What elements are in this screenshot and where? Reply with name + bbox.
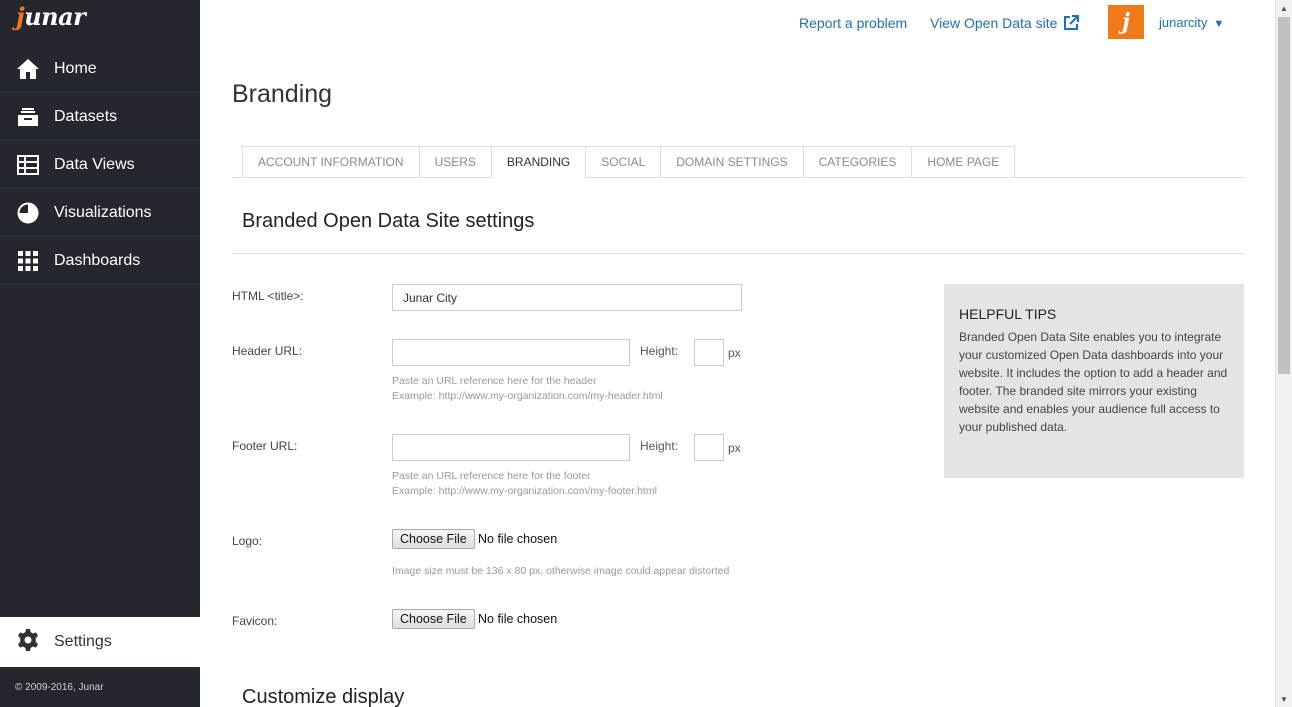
logo-label: Logo: bbox=[232, 534, 263, 548]
scroll-up-arrow-icon[interactable]: ▲ bbox=[1276, 0, 1292, 16]
tab-domain-settings[interactable]: DOMAIN SETTINGS bbox=[660, 146, 803, 178]
html-title-input[interactable] bbox=[392, 284, 742, 311]
tab-branding[interactable]: BRANDING bbox=[490, 146, 586, 178]
sidebar-item-dashboards[interactable]: Dashboards bbox=[0, 237, 200, 285]
html-title-label: HTML <title>: bbox=[232, 289, 304, 303]
sidebar-nav: Home Datasets Data Views Visualizations bbox=[0, 45, 200, 285]
customize-display-title: Customize display bbox=[242, 686, 405, 707]
scroll-down-arrow-icon[interactable]: ▼ bbox=[1276, 691, 1292, 707]
header-url-label: Header URL: bbox=[232, 344, 303, 358]
avatar[interactable]: j bbox=[1108, 5, 1144, 39]
sidebar-item-datasets[interactable]: Datasets bbox=[0, 93, 200, 141]
favicon-choose-file-button[interactable]: Choose File bbox=[392, 609, 475, 629]
sidebar-item-label: Home bbox=[54, 59, 97, 77]
helpful-tips-body: Branded Open Data Site enables you to in… bbox=[959, 330, 1228, 434]
helpful-tips-panel: HELPFUL TIPS Branded Open Data Site enab… bbox=[944, 284, 1244, 478]
sidebar-item-data-views[interactable]: Data Views bbox=[0, 141, 200, 189]
header-height-label: Height: bbox=[640, 344, 679, 358]
footer-url-hint: Paste an URL reference here for the foot… bbox=[392, 469, 657, 499]
sidebar-item-label: Datasets bbox=[54, 107, 118, 125]
sidebar: junar Home Datasets Data Views Visualiza… bbox=[0, 0, 200, 707]
section-title: Branded Open Data Site settings bbox=[242, 210, 535, 232]
favicon-label: Favicon: bbox=[232, 614, 278, 628]
report-problem-link[interactable]: Report a problem bbox=[799, 15, 907, 31]
footer-url-label: Footer URL: bbox=[232, 439, 298, 453]
sidebar-item-label: Visualizations bbox=[54, 203, 152, 221]
footer-url-input[interactable] bbox=[392, 434, 630, 461]
table-icon bbox=[16, 153, 40, 177]
logo-letter: j bbox=[16, 2, 25, 31]
section-divider bbox=[232, 253, 1244, 254]
view-open-data-site-link[interactable]: View Open Data site bbox=[930, 15, 1080, 34]
sidebar-item-settings[interactable]: Settings bbox=[0, 617, 200, 667]
footer-url-example: Example: http://www.my-organization.com/… bbox=[392, 485, 657, 497]
scrollbar-thumb[interactable] bbox=[1278, 17, 1290, 374]
settings-tabs: ACCOUNT INFORMATION USERS BRANDING SOCIA… bbox=[242, 146, 1016, 178]
inbox-tray-icon bbox=[16, 105, 40, 129]
footer-height-label: Height: bbox=[640, 439, 679, 453]
footer-height-input[interactable] bbox=[694, 434, 724, 461]
sidebar-item-home[interactable]: Home bbox=[0, 45, 200, 93]
sidebar-item-label: Dashboards bbox=[54, 251, 141, 269]
grid-icon bbox=[16, 249, 40, 273]
tab-users[interactable]: USERS bbox=[418, 146, 491, 178]
user-menu[interactable]: junarcity ▼ bbox=[1159, 15, 1224, 30]
footer-url-hint-line: Paste an URL reference here for the foot… bbox=[392, 470, 591, 482]
external-link-icon bbox=[1063, 15, 1080, 34]
logo-text: unar bbox=[24, 2, 86, 31]
copyright: © 2009-2016, Junar bbox=[15, 682, 104, 693]
sidebar-item-visualizations[interactable]: Visualizations bbox=[0, 189, 200, 237]
header-url-hint: Paste an URL reference here for the head… bbox=[392, 374, 663, 404]
footer-height-unit: px bbox=[728, 441, 741, 455]
helpful-tips-title: HELPFUL TIPS bbox=[959, 306, 1057, 322]
header-height-input[interactable] bbox=[694, 339, 724, 366]
header-url-hint-line: Paste an URL reference here for the head… bbox=[392, 375, 597, 387]
junar-logo[interactable]: junar bbox=[16, 2, 86, 44]
logo-choose-file-button[interactable]: Choose File bbox=[392, 529, 475, 549]
tab-social[interactable]: SOCIAL bbox=[585, 146, 661, 178]
sidebar-item-label: Data Views bbox=[54, 155, 135, 173]
header-url-input[interactable] bbox=[392, 339, 630, 366]
logo-file-status: No file chosen bbox=[478, 532, 558, 546]
pie-chart-icon bbox=[16, 201, 40, 225]
gear-icon bbox=[16, 628, 40, 657]
tab-account-information[interactable]: ACCOUNT INFORMATION bbox=[242, 146, 419, 178]
top-bar: Report a problem View Open Data site j j… bbox=[200, 0, 1275, 46]
sidebar-item-label: Settings bbox=[54, 633, 112, 650]
view-open-data-site-label: View Open Data site bbox=[930, 15, 1058, 31]
tab-home-page[interactable]: HOME PAGE bbox=[911, 146, 1016, 178]
username: junarcity bbox=[1159, 15, 1208, 30]
tab-categories[interactable]: CATEGORIES bbox=[802, 146, 912, 178]
home-icon bbox=[16, 57, 40, 81]
chevron-down-icon: ▼ bbox=[1213, 18, 1225, 30]
page-title: Branding bbox=[232, 80, 333, 108]
page-scrollbar[interactable]: ▲ ▼ bbox=[1275, 0, 1292, 707]
logo-size-hint: Image size must be 136 x 80 px, otherwis… bbox=[392, 565, 730, 577]
header-height-unit: px bbox=[728, 346, 741, 360]
favicon-file-status: No file chosen bbox=[478, 612, 558, 626]
header-url-example: Example: http://www.my-organization.com/… bbox=[392, 390, 663, 402]
avatar-letter: j bbox=[1122, 9, 1130, 35]
